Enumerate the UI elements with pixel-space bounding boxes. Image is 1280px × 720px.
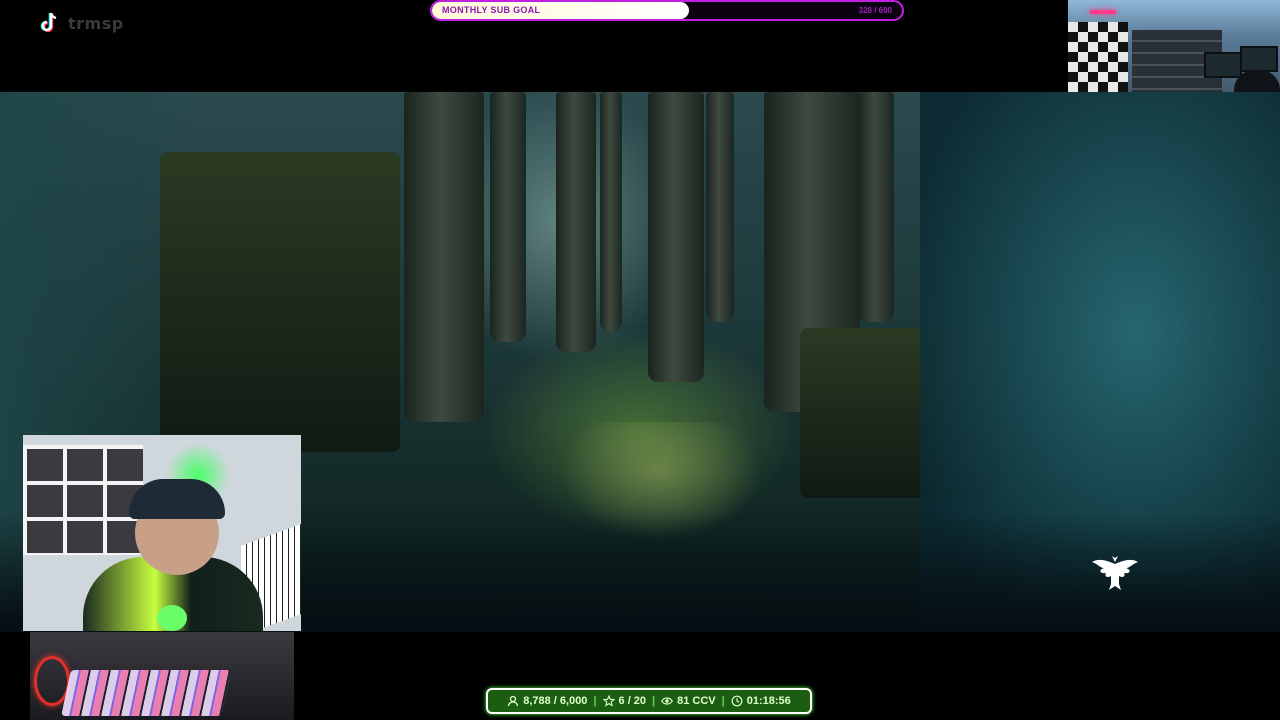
mossy-rock <box>160 152 400 452</box>
tree-trunk <box>404 92 484 422</box>
tree-trunk <box>556 92 596 352</box>
neon-light <box>1090 10 1116 14</box>
tiktok-icon <box>40 12 57 33</box>
followers-value: 8,788 / 6,000 <box>523 695 588 707</box>
goal-count: 328 / 600 <box>858 6 892 15</box>
star-icon <box>602 695 615 707</box>
monthly-sub-goal-bar: MONTHLY SUB GOAL 328 / 600 <box>430 0 904 21</box>
monitor <box>1240 46 1278 72</box>
tree-trunk <box>648 92 704 382</box>
tree-trunk <box>600 92 622 332</box>
brand-name: trmsp <box>68 13 124 33</box>
divider: | <box>721 695 725 707</box>
streamer-webcam <box>23 435 301 631</box>
eagle-logo-icon <box>1092 556 1138 590</box>
viewers-stat: 81 CCV <box>661 695 716 707</box>
checkered-wall <box>1068 22 1128 102</box>
stars-value: 6 / 20 <box>618 695 647 707</box>
stream-stats-bar: 8,788 / 6,000 | 6 / 20 | 81 CCV | 01:18:… <box>486 688 812 714</box>
tree-trunk <box>706 92 734 322</box>
uptime-value: 01:18:56 <box>746 695 791 707</box>
divider: | <box>593 695 597 707</box>
shelf <box>23 445 143 555</box>
stars-stat: 6 / 20 <box>602 695 647 707</box>
tree-trunk <box>490 92 526 342</box>
followers-stat: 8,788 / 6,000 <box>507 695 587 707</box>
monitor <box>1204 52 1242 78</box>
divider: | <box>652 695 656 707</box>
clock-icon <box>731 695 743 707</box>
desk-camera-feed <box>30 632 294 720</box>
microphone <box>157 605 187 631</box>
brand: trmsp <box>36 10 124 36</box>
streamer-cap <box>129 479 225 519</box>
user-icon <box>508 695 519 707</box>
rgb-keyboard <box>61 670 231 716</box>
viewers-value: 81 CCV <box>677 695 716 707</box>
goal-label: MONTHLY SUB GOAL <box>442 5 541 15</box>
uptime-stat: 01:18:56 <box>731 695 791 707</box>
tree-trunk <box>858 92 894 322</box>
eye-icon <box>661 697 674 705</box>
